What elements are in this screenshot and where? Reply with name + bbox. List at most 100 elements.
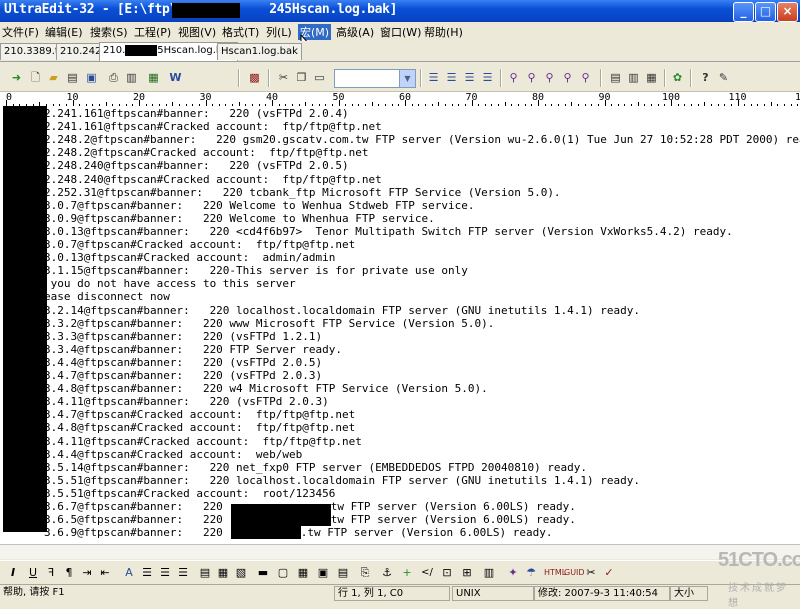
align-right-icon[interactable]: ☰: [462, 70, 477, 85]
window-tile-icon[interactable]: ▤: [608, 70, 623, 85]
list-icon[interactable]: ▤: [198, 565, 212, 580]
anchor-icon[interactable]: ⚓: [380, 565, 394, 580]
text-line: you do not have access to this server: [44, 277, 296, 291]
web-icon[interactable]: W: [168, 70, 183, 85]
menu-view[interactable]: 视图(V): [178, 24, 216, 40]
window-list-icon[interactable]: ▦: [644, 70, 659, 85]
align-left-icon[interactable]: ☰: [140, 565, 154, 580]
line-icon[interactable]: ▬: [256, 565, 270, 580]
align-center-icon[interactable]: ☰: [158, 565, 172, 580]
format-icon[interactable]: ¶: [62, 565, 76, 580]
text-line: 3.0.13@ftpscan#banner: 220 <cd4f6b97> Te…: [44, 224, 733, 238]
menu-project[interactable]: 工程(P): [134, 24, 171, 40]
align-left-icon[interactable]: ☰: [426, 70, 441, 85]
menu-edit[interactable]: 编辑(E): [45, 24, 83, 40]
tab-210-242[interactable]: 210.242: [56, 43, 106, 60]
maximize-button[interactable]: □: [755, 2, 776, 22]
insert-icon[interactable]: +: [400, 565, 414, 580]
menu-search[interactable]: 搜索(S): [90, 24, 128, 40]
find-files-icon[interactable]: ⚲: [578, 70, 593, 85]
html-preview-icon[interactable]: ▦: [146, 70, 161, 85]
new-file-icon[interactable]: 🗋: [28, 70, 43, 85]
indent-icon[interactable]: ⇥: [80, 565, 94, 580]
arrow-right-icon[interactable]: ➜: [9, 70, 24, 85]
file-tabs: 210.3389.txt 210.242 210. 5Hscan.log.bak …: [0, 41, 800, 62]
redaction-bar: [125, 44, 158, 56]
text-line: 3.5.51@ftpscan#Cracked account: root/123…: [44, 486, 336, 500]
frame-icon[interactable]: ▣: [316, 565, 330, 580]
highlight-icon[interactable]: A: [122, 565, 136, 580]
text-line: 3.3.2@ftpscan#banner: 220 www Microsoft …: [44, 316, 495, 330]
chevron-down-icon[interactable]: ▼: [399, 70, 415, 87]
italic-icon[interactable]: I: [6, 565, 20, 580]
tag-icon[interactable]: </: [420, 565, 434, 580]
strikethrough-icon[interactable]: ꟻ: [44, 565, 58, 580]
redaction-bar: [172, 3, 240, 18]
tab-hscan1-log[interactable]: Hscan1.log.bak: [217, 43, 302, 60]
color-picker-icon[interactable]: ✦: [506, 565, 520, 580]
form-icon[interactable]: ▤: [336, 565, 350, 580]
status-format: UNIX: [452, 586, 534, 601]
status-help: 帮助, 请按 F1: [3, 587, 65, 598]
scissors-icon[interactable]: ✂: [584, 565, 598, 580]
minimize-button[interactable]: _: [733, 2, 754, 22]
text-line: 2.241.161@ftpscan#Cracked account: ftp/f…: [44, 120, 382, 134]
table-icon[interactable]: ▦: [216, 565, 230, 580]
image-icon[interactable]: ▧: [234, 565, 248, 580]
text-editor[interactable]: 2.241.161@ftpscan#banner: 220 (vsFTPd 2.…: [0, 106, 800, 544]
script-icon[interactable]: ▥: [482, 565, 496, 580]
print-icon[interactable]: ⎙: [106, 70, 121, 85]
cut-icon[interactable]: ✂: [276, 70, 291, 85]
copy-icon[interactable]: ❐: [294, 70, 309, 85]
save-icon[interactable]: ▣: [84, 70, 99, 85]
horizontal-scrollbar[interactable]: [0, 544, 800, 559]
menu-advanced[interactable]: 高级(A): [336, 24, 374, 40]
grid-icon[interactable]: ▦: [296, 565, 310, 580]
ftp-icon[interactable]: ✿: [670, 70, 685, 85]
print-preview-icon[interactable]: ▥: [124, 70, 139, 85]
title-bar: UltraEdit-32 - [E:\ftp\210. 245Hscan.log.…: [0, 0, 800, 22]
align-right-icon[interactable]: ☰: [176, 565, 190, 580]
status-size: 大小: [670, 586, 708, 601]
text-line: 3.5.14@ftpscan#banner: 220 net_fxp0 FTP …: [44, 460, 588, 474]
tab-label: 210.242: [60, 46, 102, 57]
replace-icon[interactable]: ⚲: [560, 70, 575, 85]
close-button[interactable]: ×: [777, 2, 798, 22]
guid-icon[interactable]: GUID: [564, 565, 585, 580]
text-line: 3.4.8@ftpscan#banner: 220 w4 Microsoft F…: [44, 382, 488, 396]
menu-help[interactable]: 帮助(H): [424, 24, 463, 40]
menu-file[interactable]: 文件(F): [2, 24, 39, 40]
text-line: 3.3.4@ftpscan#banner: 220 FTP Server rea…: [44, 342, 343, 356]
link-icon[interactable]: ⎘: [358, 565, 372, 580]
word-wrap-icon[interactable]: ▩: [247, 70, 262, 85]
justify-icon[interactable]: ☰: [480, 70, 495, 85]
find-prev-icon[interactable]: ⚲: [542, 70, 557, 85]
text-line: 3.0.7@ftpscan#Cracked account: ftp/ftp@f…: [44, 238, 356, 251]
find-next-icon[interactable]: ⚲: [524, 70, 539, 85]
underline-icon[interactable]: U: [26, 565, 40, 580]
outdent-icon[interactable]: ⇤: [98, 565, 112, 580]
menu-window[interactable]: 窗口(W): [380, 24, 421, 40]
comment-icon[interactable]: ⊞: [460, 565, 474, 580]
box-icon[interactable]: ▢: [276, 565, 290, 580]
menu-format[interactable]: 格式(T): [222, 24, 259, 40]
open-file-icon[interactable]: ▰: [46, 70, 61, 85]
help-icon[interactable]: ?: [698, 70, 713, 85]
text-line: 2.248.2@ftpscan#banner: 220 gsm20.gscatv…: [44, 133, 800, 147]
context-help-icon[interactable]: ✎: [716, 70, 731, 85]
status-modified: 修改: 2007-9-3 11:40:54: [534, 586, 670, 601]
html-tidy-icon[interactable]: HTML: [544, 565, 566, 580]
paste-icon[interactable]: ▭: [312, 70, 327, 85]
validate-icon[interactable]: ☂: [524, 565, 538, 580]
find-icon[interactable]: ⚲: [506, 70, 521, 85]
text-line: 2.248.2@ftpscan#Cracked account: ftp/ftp…: [44, 146, 369, 160]
text-line: ease disconnect now: [44, 290, 170, 304]
tidy-icon[interactable]: ⊡: [440, 565, 454, 580]
close-file-icon[interactable]: ▤: [65, 70, 80, 85]
spell-check-icon[interactable]: ✓: [602, 565, 616, 580]
column-ruler: 0102030405060708090100110120: [0, 92, 800, 107]
font-select[interactable]: ▼: [334, 69, 416, 88]
window-cascade-icon[interactable]: ▥: [626, 70, 641, 85]
menu-column[interactable]: 列(L): [266, 24, 292, 40]
align-center-icon[interactable]: ☰: [444, 70, 459, 85]
